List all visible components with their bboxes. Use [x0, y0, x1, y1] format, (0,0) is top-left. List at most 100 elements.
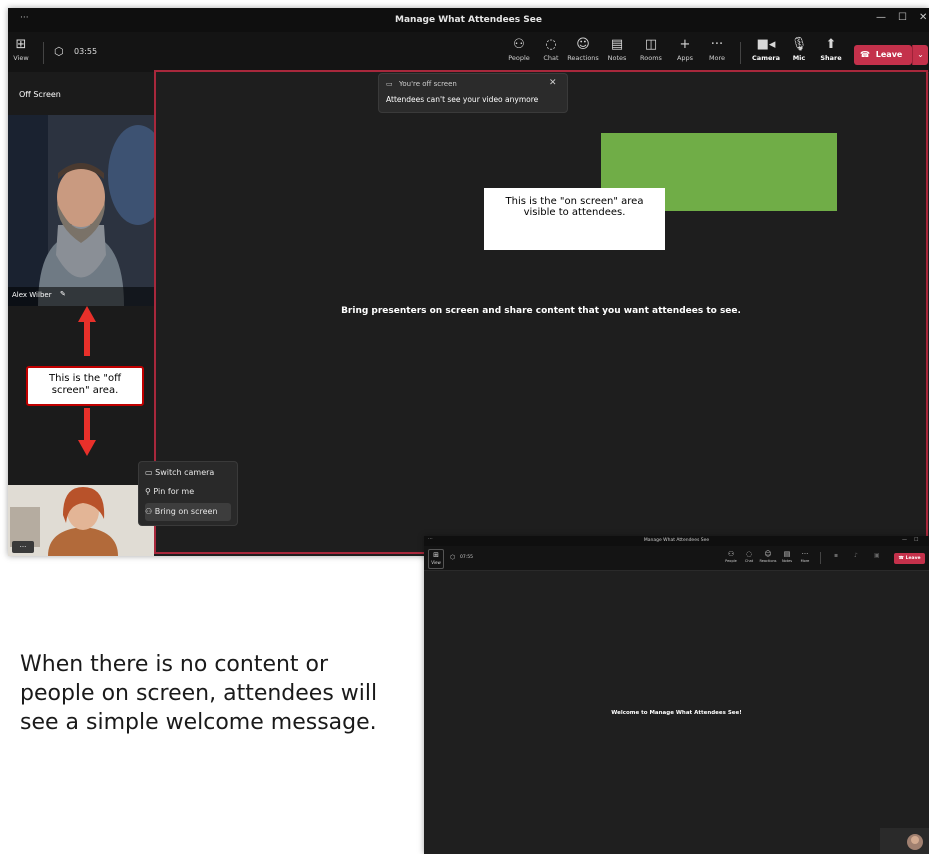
welcome-screen-screenshot: ··· Manage What Attendees See — ☐ ⊞ View…	[424, 536, 929, 854]
apps-label: Apps	[676, 54, 694, 62]
toast-close-icon[interactable]: ✕	[549, 78, 557, 88]
participant-context-menu: ▭ Switch camera ⚲ Pin for me ⚇ Bring on …	[138, 461, 238, 526]
phone-hangup-icon: ☎	[898, 556, 905, 561]
notes-label: Notes	[607, 54, 627, 62]
off-screen-title: Off Screen	[19, 90, 61, 99]
more-icon: ···	[19, 543, 27, 551]
mic-off-icon: 🎙︎	[790, 37, 808, 52]
window-title: Manage What Attendees See	[395, 15, 542, 25]
camera-icon[interactable]: ▪	[834, 552, 838, 559]
share-icon: ⬆	[825, 37, 837, 52]
people-button[interactable]: ⚇ People	[722, 550, 740, 563]
meeting-toolbar: ⊞ View ⬡ 07:55 ⚇ People ◌ Chat ☺ Reactio…	[424, 546, 929, 571]
arrow-down-icon	[78, 408, 96, 456]
grid-icon: ⊞	[433, 551, 439, 559]
mic-button[interactable]: 🎙︎ Mic	[782, 36, 816, 62]
notes-icon: ▤	[783, 550, 791, 558]
caption-text: When there is no content or people on sc…	[20, 652, 378, 735]
bring-on-screen-icon: ⚇	[145, 507, 153, 516]
view-button[interactable]: ⊞ View	[8, 36, 38, 62]
minimize-icon[interactable]: —	[902, 537, 907, 543]
divider	[820, 552, 821, 564]
apps-button[interactable]: + Apps	[668, 36, 702, 62]
divider	[740, 42, 741, 64]
on-screen-annotation-text: This is the "on screen" area visible to …	[505, 196, 644, 218]
switch-camera-item[interactable]: ▭ Switch camera	[145, 464, 231, 482]
switch-camera-label: Switch camera	[155, 468, 215, 477]
reactions-button[interactable]: ☺ Reactions	[566, 36, 600, 62]
title-bar: ··· Manage What Attendees See — ☐	[424, 536, 929, 546]
self-avatar	[907, 834, 923, 850]
leave-label: Leave	[905, 556, 921, 561]
leave-options-button[interactable]: ⌄	[912, 45, 928, 65]
leave-button[interactable]: ☎ Leave	[854, 45, 912, 65]
rooms-label: Rooms	[640, 54, 662, 62]
more-label: More	[708, 54, 726, 62]
people-button[interactable]: ⚇ People	[502, 36, 536, 62]
camera-icon: ■◂	[756, 37, 776, 52]
leave-label: Leave	[875, 50, 903, 59]
rooms-button[interactable]: ◫ Rooms	[634, 36, 668, 62]
more-label: More	[800, 559, 810, 563]
people-label: People	[508, 54, 530, 62]
toast-title: You're off screen	[399, 80, 457, 88]
presenter-name: Alex Wilber	[12, 291, 52, 299]
reactions-icon: ☺	[764, 550, 772, 558]
more-button[interactable]: ··· More	[700, 36, 734, 62]
pin-icon: ⚲	[145, 487, 151, 496]
welcome-message: Welcome to Manage What Attendees See!	[611, 710, 742, 716]
maximize-icon[interactable]: ☐	[914, 537, 918, 543]
chat-button[interactable]: ◌ Chat	[534, 36, 568, 62]
share-button[interactable]: ⬆ Share	[814, 36, 848, 62]
leave-button[interactable]: ☎ Leave	[894, 553, 925, 564]
camera-switch-icon: ▭	[145, 468, 153, 477]
meeting-timer: 03:55	[74, 47, 98, 56]
more-button[interactable]: ··· More	[796, 550, 814, 563]
maximize-icon[interactable]: ☐	[898, 12, 907, 23]
presenter-video-tile[interactable]: Alex Wilber ✎	[8, 115, 154, 306]
reactions-label: Reactions	[567, 54, 599, 62]
reactions-label: Reactions	[759, 559, 777, 563]
camera-label: Camera	[752, 54, 780, 62]
window-title: Manage What Attendees See	[643, 538, 710, 543]
off-screen-annotation: This is the "off screen" area.	[26, 366, 144, 406]
mic-label: Mic	[792, 54, 806, 62]
more-icon: ···	[801, 550, 809, 558]
share-icon[interactable]: ▣	[874, 552, 880, 559]
mic-icon[interactable]: ♪	[854, 552, 858, 559]
screen-icon: ▭	[386, 80, 393, 88]
shield-icon: ⬡	[54, 45, 64, 58]
view-label: View	[13, 54, 29, 62]
on-screen-annotation: This is the "on screen" area visible to …	[484, 188, 665, 250]
reactions-button[interactable]: ☺ Reactions	[758, 550, 778, 563]
divider	[43, 42, 44, 64]
pin-for-me-label: Pin for me	[153, 487, 195, 496]
chat-button[interactable]: ◌ Chat	[740, 550, 758, 563]
notes-icon: ▤	[610, 37, 624, 52]
more-icon: ···	[710, 37, 724, 52]
bring-on-screen-item[interactable]: ⚇ Bring on screen	[145, 503, 231, 521]
close-icon[interactable]: ✕	[919, 12, 927, 23]
participant-video-tile[interactable]: ···	[8, 485, 154, 556]
self-video-tile[interactable]	[880, 828, 929, 854]
center-message: Bring presenters on screen and share con…	[341, 306, 741, 316]
view-button[interactable]: ⊞ View	[428, 549, 444, 569]
grid-icon: ⊞	[15, 37, 27, 52]
bring-on-screen-label: Bring on screen	[154, 507, 218, 516]
notes-button[interactable]: ▤ Notes	[600, 36, 634, 62]
plus-icon: +	[679, 37, 691, 52]
camera-button[interactable]: ■◂ Camera	[749, 36, 783, 62]
off-screen-annotation-text: This is the "off screen" area.	[49, 373, 121, 396]
arrow-up-icon	[78, 306, 96, 356]
notes-button[interactable]: ▤ Notes	[778, 550, 796, 563]
minimize-icon[interactable]: —	[876, 12, 886, 23]
mic-off-icon: ✎	[60, 290, 66, 298]
rooms-icon: ◫	[644, 37, 658, 52]
chevron-down-icon: ⌄	[917, 50, 924, 59]
chat-label: Chat	[543, 54, 559, 62]
pin-for-me-item[interactable]: ⚲ Pin for me	[145, 483, 231, 501]
tile-more-button[interactable]: ···	[12, 541, 34, 553]
reactions-icon: ☺	[576, 37, 590, 52]
main-meeting-screenshot: ··· Manage What Attendees See — ☐ ✕ ⊞ Vi…	[8, 8, 929, 556]
people-icon: ⚇	[513, 37, 525, 52]
